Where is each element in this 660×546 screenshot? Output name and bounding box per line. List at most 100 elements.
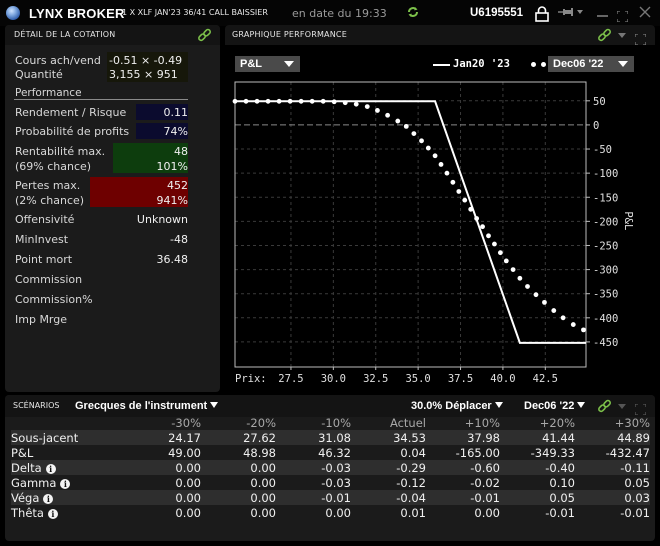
max-loss-value: 452: [167, 179, 188, 192]
max-profit-chance: (69% chance): [15, 160, 92, 173]
value-cell: 0.00: [91, 460, 201, 475]
y-tick-label: 50: [593, 96, 606, 108]
scenario-date-dropdown[interactable]: Dec06 '22: [524, 400, 586, 412]
max-loss-pct: 941%: [156, 194, 188, 207]
panel-title: DÉTAIL DE LA COTATION: [14, 30, 116, 39]
series-point: [497, 250, 503, 256]
y-tick-label: -250: [593, 240, 618, 252]
value-cell: 24.17: [91, 430, 201, 445]
instrument-description: 1 X XLF JAN'23 36/41 CALL BAISSIER: [122, 8, 268, 17]
x-tick-label: 35.0: [405, 373, 430, 385]
value-cell: 44.89: [575, 430, 650, 445]
reward-risk-label: Rendement / Risque: [15, 106, 127, 119]
column-header: +10%: [464, 415, 500, 430]
series-line-1: [235, 100, 586, 344]
performance-chart-panel: GRAPHIQUE PERFORMANCE 27.5 30.0 32.5 35.0 37…: [225, 25, 655, 392]
row-label: P&L: [11, 445, 34, 460]
legend-dot-icon: [531, 62, 536, 67]
series-point: [298, 98, 304, 104]
series-point: [462, 197, 468, 203]
value-cell: -0.01: [545, 505, 575, 520]
series-point: [320, 98, 326, 104]
move-dropdown-label: 30.0% Déplacer: [411, 400, 492, 412]
series-point: [533, 292, 539, 298]
series-point: [411, 131, 417, 136]
row-label-cell: Gamma i: [11, 475, 91, 490]
date-dropdown[interactable]: Dec06 '22: [548, 56, 634, 72]
y-tick-label: -50: [593, 144, 612, 156]
column-header: +30%: [614, 415, 650, 430]
scenario-date-label: Dec06 '22: [524, 400, 575, 412]
link-icon[interactable]: [197, 28, 212, 43]
metric-dropdown-label: P&L: [240, 58, 262, 70]
y-tick-label: -300: [593, 265, 618, 277]
max-profit-value: 48: [174, 145, 188, 158]
legend-solid-line-icon: [433, 64, 450, 66]
performance-heading: Performance: [15, 87, 82, 99]
lock-icon[interactable]: [535, 6, 549, 22]
view-dropdown[interactable]: Grecques de l'instrument: [75, 400, 219, 412]
chevron-down-icon: [618, 61, 628, 67]
row-label: Gamma: [11, 475, 57, 490]
value-cell: 31.08: [276, 430, 351, 445]
reward-risk-value: 0.11: [163, 106, 189, 119]
pin-icon[interactable]: [558, 7, 584, 20]
row-label-cell: Véga i: [11, 490, 91, 505]
refresh-icon[interactable]: [406, 5, 420, 23]
value-cell: -0.11: [575, 460, 650, 475]
move-dropdown[interactable]: 30.0% Déplacer: [411, 400, 503, 412]
expand-panel-icon[interactable]: [634, 400, 647, 416]
y-tick-label: 0: [593, 120, 599, 132]
series-point: [254, 98, 260, 104]
series-point: [375, 108, 380, 113]
chevron-down-icon: [210, 402, 219, 408]
pnl-chart: 27.5 30.0 32.5 35.0 37.5 40.0 42.5 Prix: 50 0 -50 -…: [232, 81, 634, 385]
max-loss-chance: (2% chance): [15, 194, 85, 207]
globe-logo-icon: [6, 6, 20, 20]
value-cell: -432.47: [605, 445, 650, 460]
aggressiveness-label: Offensivité: [15, 213, 75, 226]
y-tick-label: -400: [593, 313, 618, 325]
info-icon[interactable]: i: [60, 478, 71, 489]
series-point: [353, 101, 359, 107]
series-point: [542, 299, 547, 305]
series-point: [331, 99, 337, 105]
column-header: -30%: [171, 415, 201, 430]
x-tick-label: 40.0: [490, 373, 515, 385]
series-point: [309, 98, 315, 104]
x-axis-label: Prix:: [235, 373, 267, 385]
title-bar: LYNX BROKER 1 X XLF JAN'23 36/41 CALL BA…: [0, 0, 660, 26]
link-icon[interactable]: [597, 399, 612, 414]
series-point: [510, 267, 516, 272]
table-header-row: -30% -20% -10% Actuel +10% +20% +30%: [11, 415, 650, 430]
maximize-icon[interactable]: [616, 7, 629, 23]
minimize-icon[interactable]: [597, 15, 608, 17]
metric-dropdown[interactable]: P&L: [235, 56, 300, 72]
series-point: [342, 100, 348, 106]
account-id: U6195551: [470, 7, 524, 19]
value-cell: 46.32: [318, 445, 351, 460]
prob-profit-label: Probabilité de profits: [15, 125, 130, 138]
max-profit-label: Rentabilité max.: [15, 145, 106, 158]
info-icon[interactable]: i: [45, 463, 56, 474]
series-point: [551, 308, 557, 313]
view-dropdown-label: Grecques de l'instrument: [75, 400, 208, 412]
margin-label: Imp Mrge: [15, 313, 68, 326]
value-cell: 41.44: [500, 430, 575, 445]
row-label-cell: Delta i: [11, 460, 91, 475]
info-icon[interactable]: i: [43, 493, 54, 504]
y-tick-label: -200: [593, 216, 618, 228]
y-tick-label: -350: [593, 289, 618, 301]
min-invest-value: -48: [170, 233, 188, 246]
series-point: [570, 322, 576, 327]
quote-timestamp: en date du 19:33: [292, 7, 387, 20]
info-icon[interactable]: i: [47, 508, 58, 519]
column-header: -10%: [321, 415, 351, 430]
series-point: [503, 258, 509, 264]
value-cell: 0.04: [400, 445, 426, 460]
panel-menu-caret-icon[interactable]: [618, 404, 626, 409]
table-row: Delta i 0.00 0.00 -0.03 -0.29 -0.60 -0.40 -0.11: [11, 460, 650, 475]
y-tick-label: -450: [593, 337, 618, 349]
panel-title: SCÉNARIOS: [13, 401, 60, 410]
close-icon[interactable]: [639, 4, 651, 22]
